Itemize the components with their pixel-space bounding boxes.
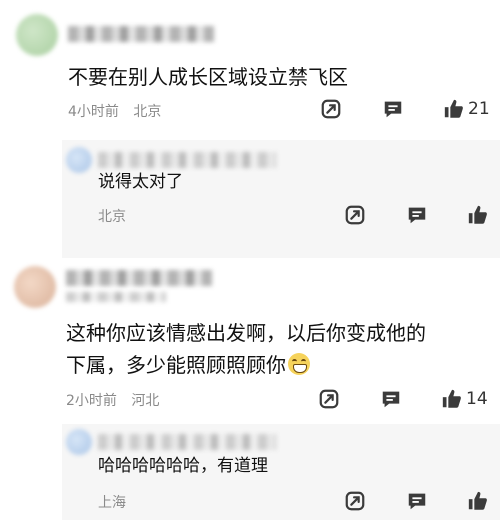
username[interactable]	[68, 26, 214, 42]
reply-text: 说得太对了	[98, 172, 183, 192]
comment-meta: 2小时前 河北	[66, 390, 169, 410]
thumbs-up-icon[interactable]	[467, 204, 489, 226]
comment-text-line1: 这种你应该情感出发啊，以后你变成他的	[66, 321, 426, 345]
username[interactable]	[98, 152, 276, 168]
comment-text-line2: 下属，多少能照顾照顾你	[66, 353, 286, 377]
username-sub	[66, 292, 166, 302]
comment-time: 4小时前	[68, 104, 119, 120]
comment-icon[interactable]	[406, 204, 428, 226]
comment-icon[interactable]	[406, 490, 428, 512]
comment-location: 北京	[133, 104, 162, 120]
reply-item: 说得太对了 北京	[62, 140, 500, 258]
comment-text: 不要在别人成长区域设立禁飞区	[68, 65, 348, 89]
thumbs-up-icon[interactable]	[443, 98, 465, 120]
username[interactable]	[98, 434, 276, 450]
comment-item: 不要在别人成长区域设立禁飞区 4小时前 北京 21 说得太对了 北京	[0, 0, 500, 258]
share-icon[interactable]	[320, 98, 342, 120]
reply-location: 北京	[98, 209, 126, 225]
thumbs-up-icon[interactable]	[467, 490, 489, 512]
reply-location: 上海	[98, 495, 126, 511]
reply-item: 哈哈哈哈哈哈，有道理 上海	[62, 424, 500, 520]
avatar[interactable]	[66, 429, 92, 455]
grin-emoji-icon	[288, 353, 310, 375]
share-icon[interactable]	[318, 388, 340, 410]
username[interactable]	[66, 270, 212, 286]
share-icon[interactable]	[344, 490, 366, 512]
like-count: 21	[468, 99, 490, 119]
comment-icon[interactable]	[382, 98, 404, 120]
thumbs-up-icon[interactable]	[441, 388, 463, 410]
reply-text: 哈哈哈哈哈哈，有道理	[98, 456, 268, 476]
comment-meta: 4小时前 北京	[68, 101, 171, 121]
avatar[interactable]	[14, 266, 56, 308]
comment-icon[interactable]	[380, 388, 402, 410]
avatar[interactable]	[16, 14, 58, 56]
share-icon[interactable]	[344, 204, 366, 226]
comment-time: 2小时前	[66, 393, 117, 409]
comment-item: 这种你应该情感出发啊，以后你变成他的 下属，多少能照顾照顾你 2小时前 河北 1…	[0, 258, 500, 520]
avatar[interactable]	[66, 147, 92, 173]
like-count: 14	[466, 389, 488, 409]
comment-location: 河北	[131, 393, 160, 409]
